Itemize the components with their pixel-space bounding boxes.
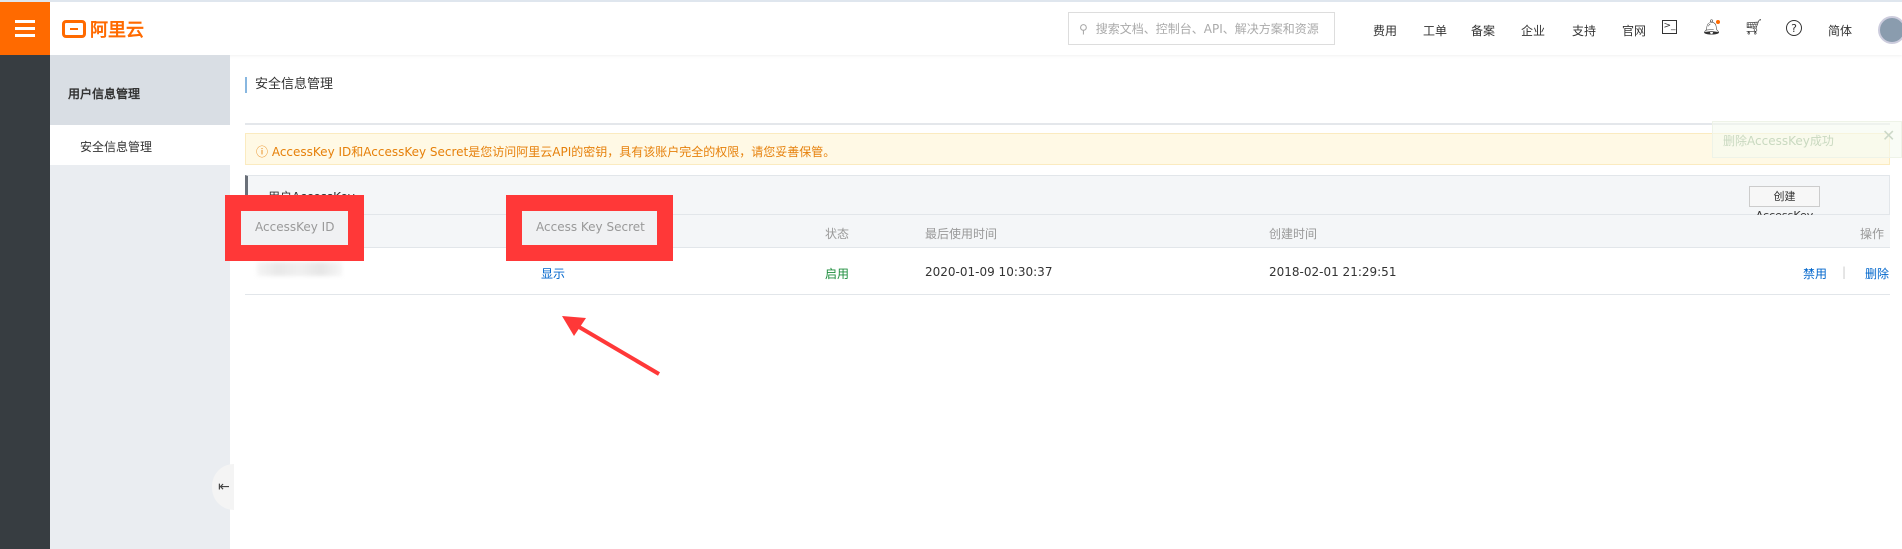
annotation-arrow: [562, 316, 661, 376]
arrow-shaft: [572, 322, 661, 376]
arrow-head: [562, 316, 586, 336]
